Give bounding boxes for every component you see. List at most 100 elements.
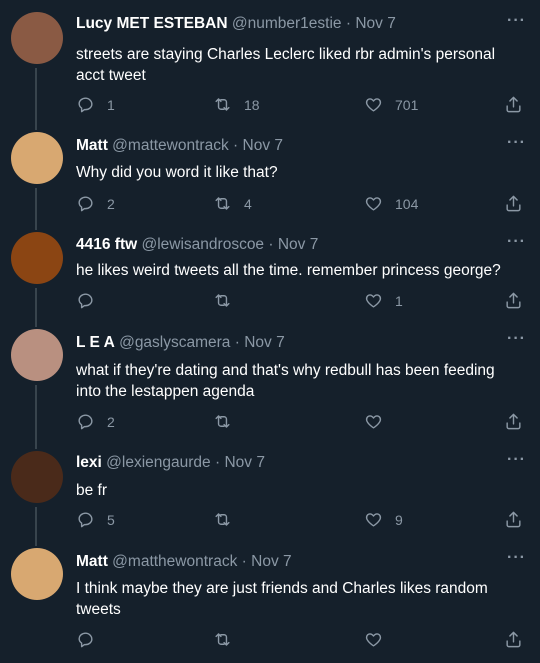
author-handle[interactable]: @lewisandroscoe (141, 236, 264, 253)
author-name[interactable]: Matt (76, 553, 108, 570)
reply-icon (78, 293, 93, 309)
tweet-text: be fr (76, 482, 108, 499)
retweet-icon (215, 98, 230, 111)
retweet-button[interactable] (213, 291, 244, 310)
retweet-button[interactable]: 18 (213, 95, 260, 114)
like-count: 1 (395, 292, 403, 309)
heart-icon (365, 415, 382, 429)
author-name[interactable]: Lucy MET ESTEBAN (76, 15, 228, 32)
avatar[interactable] (11, 451, 63, 503)
thread-line (35, 188, 37, 226)
tweet-5[interactable]: Matt @matthewontrack · Nov 7 ··· I think… (0, 542, 540, 663)
thread-line (35, 68, 37, 124)
share-button[interactable] (504, 95, 523, 114)
tweet-date[interactable]: Nov 7 (355, 15, 396, 32)
more-icon[interactable]: ··· (507, 451, 526, 469)
reply-button[interactable]: 1 (76, 95, 115, 114)
retweet-button[interactable]: 4 (213, 194, 252, 213)
retweet-count: 18 (244, 96, 260, 113)
reply-count: 5 (107, 511, 115, 528)
share-button[interactable] (504, 412, 523, 431)
avatar[interactable] (11, 548, 63, 600)
author-name[interactable]: lexi (76, 454, 102, 471)
tweet-text: streets are staying Charles Leclerc like… (76, 46, 496, 84)
retweet-icon (215, 633, 230, 646)
tweet-3[interactable]: L E A @gaslyscamera · Nov 7 ··· what if … (0, 323, 540, 447)
tweet-date[interactable]: Nov 7 (251, 553, 292, 570)
share-icon (506, 511, 521, 528)
tweet-text: Why did you word it like that? (76, 164, 278, 181)
tweet-1[interactable]: Matt @mattewontrack · Nov 7 ··· Why did … (0, 124, 540, 228)
avatar[interactable] (11, 232, 63, 284)
reply-button[interactable]: 5 (76, 510, 115, 529)
thread-line (35, 226, 37, 230)
heart-icon (365, 98, 382, 112)
tweet-date[interactable]: Nov 7 (244, 334, 285, 351)
tweet-date[interactable]: Nov 7 (243, 137, 284, 154)
tweet-header: lexi @lexiengaurde · Nov 7 (76, 453, 265, 473)
reply-button[interactable] (76, 630, 107, 649)
more-icon[interactable]: ··· (507, 549, 526, 567)
like-button[interactable]: 1 (364, 291, 403, 310)
author-handle[interactable]: @lexiengaurde (106, 454, 211, 471)
like-button[interactable] (364, 412, 395, 431)
tweet-actions: 1 18 701 (76, 95, 526, 119)
retweet-icon (215, 197, 230, 210)
retweet-button[interactable] (213, 630, 244, 649)
reply-icon (78, 632, 93, 648)
reply-button[interactable] (76, 291, 107, 310)
author-name[interactable]: L E A (76, 334, 115, 351)
like-button[interactable] (364, 630, 395, 649)
more-icon[interactable]: ··· (507, 233, 526, 251)
tweet-header: Lucy MET ESTEBAN @number1estie · Nov 7 (76, 14, 396, 34)
separator: · (214, 454, 221, 471)
reply-button[interactable]: 2 (76, 412, 115, 431)
more-icon[interactable]: ··· (507, 330, 526, 348)
share-button[interactable] (504, 630, 523, 649)
separator: · (233, 137, 239, 154)
tweet-actions: 1 (76, 291, 526, 315)
heart-icon (365, 197, 382, 211)
author-handle[interactable]: @mattewontrack (112, 137, 229, 154)
more-icon[interactable]: ··· (507, 134, 526, 152)
separator: · (345, 15, 352, 32)
tweet-text: I think maybe they are just friends and … (76, 580, 488, 618)
share-button[interactable] (504, 510, 523, 529)
separator: · (234, 334, 240, 351)
retweet-button[interactable] (213, 412, 244, 431)
like-button[interactable]: 701 (364, 95, 418, 114)
like-button[interactable]: 104 (364, 194, 418, 213)
tweet-actions: 2 4 104 (76, 194, 526, 218)
tweet-actions (76, 630, 526, 654)
tweet-header: L E A @gaslyscamera · Nov 7 (76, 333, 285, 353)
tweet-4[interactable]: lexi @lexiengaurde · Nov 7 ··· be fr 5 9 (0, 445, 540, 544)
tweet-0[interactable]: Lucy MET ESTEBAN @number1estie · Nov 7 ·… (0, 0, 540, 128)
tweet-actions: 5 9 (76, 510, 526, 534)
avatar[interactable] (11, 132, 63, 184)
like-button[interactable]: 9 (364, 510, 403, 529)
tweet-date[interactable]: Nov 7 (224, 454, 265, 471)
like-count: 104 (395, 195, 419, 212)
share-button[interactable] (504, 291, 523, 310)
tweet-header: Matt @matthewontrack · Nov 7 (76, 552, 292, 572)
separator: · (268, 236, 274, 253)
avatar[interactable] (11, 12, 63, 64)
share-icon (506, 413, 521, 430)
author-name[interactable]: Matt (76, 137, 108, 154)
author-handle[interactable]: @number1estie (232, 15, 342, 32)
retweet-button[interactable] (213, 510, 244, 529)
like-count: 9 (395, 511, 403, 528)
tweet-2[interactable]: 4416 ftw @lewisandroscoe · Nov 7 ··· he … (0, 226, 540, 325)
tweet-date[interactable]: Nov 7 (278, 236, 319, 253)
author-handle[interactable]: @gaslyscamera (119, 334, 230, 351)
more-icon[interactable]: ··· (507, 12, 526, 30)
reply-button[interactable]: 2 (76, 194, 115, 213)
author-handle[interactable]: @matthewontrack (112, 553, 237, 570)
thread-line (35, 385, 37, 447)
tweet-actions: 2 (76, 412, 526, 436)
retweet-icon (215, 513, 230, 526)
share-button[interactable] (504, 194, 523, 213)
author-name[interactable]: 4416 ftw (76, 236, 137, 253)
reply-icon (78, 414, 93, 430)
avatar[interactable] (11, 329, 63, 381)
